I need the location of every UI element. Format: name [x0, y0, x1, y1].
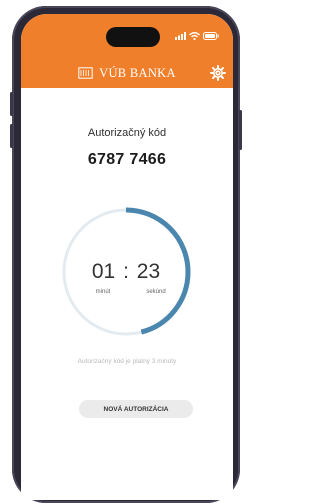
brand-header: VÚB BANKA	[21, 66, 233, 81]
app-header: VÚB BANKA	[21, 14, 233, 88]
dynamic-island	[106, 27, 160, 47]
status-bar-icons	[175, 30, 219, 42]
validity-note: Autorizačný kód je platný 3 minúty	[77, 358, 177, 365]
brand-name: VÚB BANKA	[99, 66, 176, 80]
new-authorization-button[interactable]: NOVÁ AUTORIZÁCIA	[79, 400, 193, 418]
settings-button[interactable]	[210, 65, 226, 86]
battery-icon	[203, 32, 219, 40]
phone-volume-down	[10, 124, 13, 148]
minutes-label: minút	[95, 289, 111, 295]
phone-power-button	[239, 110, 242, 150]
countdown-seconds: 23	[136, 260, 161, 283]
gear-icon[interactable]	[210, 65, 226, 81]
phone-volume-up	[10, 92, 13, 116]
authorization-code: 6787 7466	[87, 151, 167, 168]
app-screen: VÚB BANKA Autorizačný kód 6787 7466 01:…	[21, 14, 233, 500]
countdown-separator: :	[123, 260, 129, 283]
countdown-time: 01 : 23	[59, 260, 193, 284]
wifi-icon	[189, 32, 200, 40]
countdown-minutes: 01	[91, 260, 116, 283]
authorization-code-title: Autorizačný kód	[87, 127, 167, 139]
seconds-label: sekúnd	[146, 289, 166, 295]
signal-icon	[175, 32, 186, 40]
vub-logo-icon	[78, 67, 93, 79]
